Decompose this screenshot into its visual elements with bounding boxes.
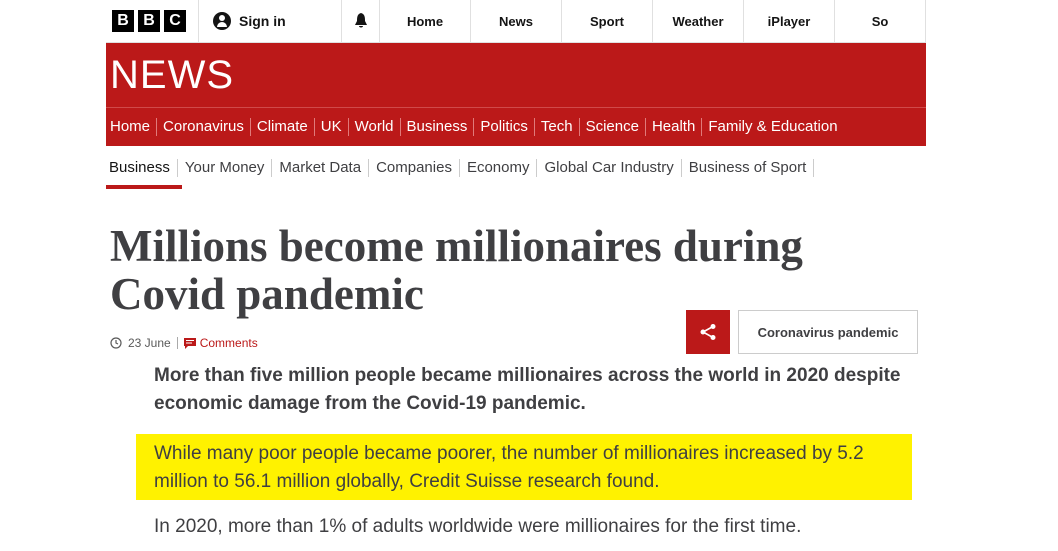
share-button[interactable]: [686, 310, 730, 354]
news-logo[interactable]: NEWS: [110, 53, 234, 98]
top-nav-sounds[interactable]: So: [835, 0, 926, 42]
meta-divider: [176, 337, 178, 349]
bbc-logo[interactable]: B B C: [106, 0, 199, 42]
section-nav: Home Coronavirus Climate UK World Busine…: [106, 107, 926, 146]
top-bar: B B C Sign in Home News Sport Weather iP…: [106, 0, 926, 43]
notifications-button[interactable]: [342, 0, 380, 42]
subnav-companies[interactable]: Companies: [369, 159, 460, 177]
subnav-market-data[interactable]: Market Data: [272, 159, 370, 177]
logo-letter: C: [164, 10, 186, 32]
section-family-education[interactable]: Family & Education: [702, 118, 843, 136]
user-icon: [213, 12, 231, 30]
subnav-economy[interactable]: Economy: [460, 159, 538, 177]
section-business[interactable]: Business: [401, 118, 475, 136]
top-nav-sport[interactable]: Sport: [562, 0, 653, 42]
top-nav-weather[interactable]: Weather: [653, 0, 744, 42]
comments-label: Comments: [199, 336, 258, 350]
subnav-business-of-sport[interactable]: Business of Sport: [682, 159, 815, 177]
section-science[interactable]: Science: [580, 118, 646, 136]
clock-icon: [110, 337, 122, 349]
subnav-your-money[interactable]: Your Money: [178, 159, 273, 177]
share-icon: [700, 324, 716, 340]
section-uk[interactable]: UK: [315, 118, 349, 136]
top-nav: Home News Sport Weather iPlayer So: [380, 0, 926, 42]
section-coronavirus[interactable]: Coronavirus: [157, 118, 251, 136]
article-lead: More than five million people became mil…: [154, 365, 901, 414]
section-health[interactable]: Health: [646, 118, 703, 136]
signin-button[interactable]: Sign in: [199, 0, 343, 42]
article-meta: 23 June Comments: [110, 336, 258, 350]
page: B B C Sign in Home News Sport Weather iP…: [106, 0, 926, 537]
article-paragraph: While many poor people became poorer, th…: [154, 443, 864, 492]
logo-letter: B: [138, 10, 160, 32]
sub-nav: Business Your Money Market Data Companie…: [106, 146, 926, 190]
section-world[interactable]: World: [349, 118, 401, 136]
logo-letter: B: [112, 10, 134, 32]
active-subnav-indicator: [106, 185, 182, 189]
top-nav-iplayer[interactable]: iPlayer: [744, 0, 835, 42]
article-date: 23 June: [128, 336, 171, 350]
article-headline: Millions become millionaires during Covi…: [110, 221, 803, 319]
bell-icon: [354, 13, 367, 28]
section-tech[interactable]: Tech: [535, 118, 580, 136]
article-paragraph: In 2020, more than 1% of adults worldwid…: [154, 516, 802, 537]
section-home[interactable]: Home: [106, 118, 158, 136]
comments-link[interactable]: Comments: [183, 336, 258, 350]
comment-icon: [183, 337, 196, 349]
news-masthead: NEWS: [106, 43, 926, 107]
section-climate[interactable]: Climate: [251, 118, 315, 136]
top-nav-news[interactable]: News: [471, 0, 562, 42]
section-politics[interactable]: Politics: [474, 118, 535, 136]
signin-label: Sign in: [239, 13, 286, 29]
top-nav-home[interactable]: Home: [380, 0, 471, 42]
subnav-global-car-industry[interactable]: Global Car Industry: [537, 159, 682, 177]
topic-tag-button[interactable]: Coronavirus pandemic: [738, 310, 918, 354]
subnav-business[interactable]: Business: [106, 159, 178, 177]
